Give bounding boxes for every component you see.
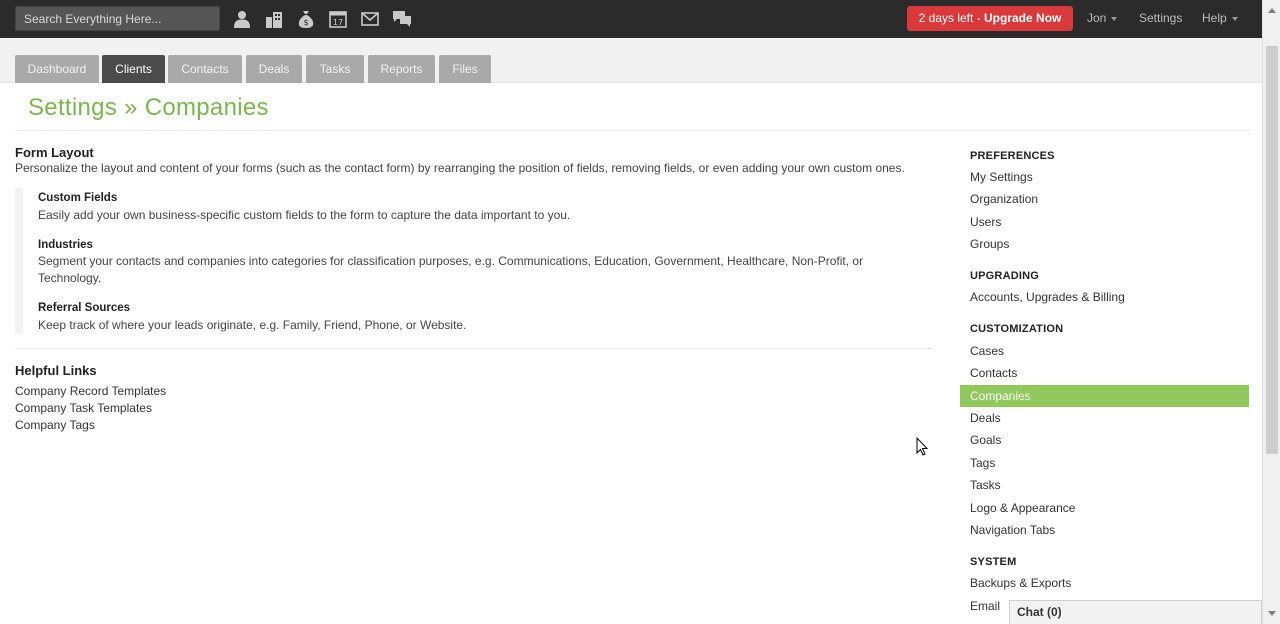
sidebar-item-cases[interactable]: Cases [960, 340, 1249, 362]
referral-sources-link[interactable]: Referral Sources [38, 302, 130, 314]
page-scrollbar[interactable] [1262, 0, 1280, 624]
sidebar-item-contacts[interactable]: Contacts [960, 362, 1249, 384]
form-layout-items-border [15, 188, 23, 334]
helpful-links-heading: Helpful Links [15, 363, 97, 378]
sidebar-item-backups-exports[interactable]: Backups & Exports [960, 572, 1249, 594]
sidebar-item-tags[interactable]: Tags [960, 452, 1249, 474]
sidebar-item-goals[interactable]: Goals [960, 429, 1249, 451]
sidebar-heading-system: SYSTEM [970, 556, 1017, 568]
user-menu[interactable]: Jon [1087, 11, 1118, 25]
upgrade-now-button[interactable]: 2 days left - Upgrade Now [907, 6, 1073, 31]
upgrade-now-label: Upgrade Now [984, 11, 1062, 25]
chevron-down-icon [1111, 16, 1118, 21]
sidebar-item-groups[interactable]: Groups [960, 233, 1249, 255]
sidebar-item-users[interactable]: Users [960, 211, 1249, 233]
sidebar-heading-upgrading: UPGRADING [970, 270, 1040, 282]
tab-reports[interactable]: Reports [368, 55, 435, 83]
section-divider [15, 348, 933, 349]
sidebar-item-companies[interactable]: Companies [960, 385, 1249, 407]
tab-clients[interactable]: Clients [102, 55, 165, 83]
referral-sources-description: Keep track of where your leads originate… [38, 318, 467, 332]
tab-tasks[interactable]: Tasks [306, 55, 364, 83]
tab-contacts[interactable]: Contacts [168, 55, 242, 83]
tab-files[interactable]: Files [439, 55, 491, 83]
form-layout-description: Personalize the layout and content of yo… [15, 161, 905, 175]
top-bar: $ 17 2 days left - Upgrade Now Jon Setti… [0, 0, 1262, 38]
chat-widget[interactable]: Chat (0) [1009, 600, 1262, 624]
svg-text:$: $ [303, 18, 308, 27]
industries-description: Segment your contacts and companies into… [38, 254, 864, 285]
company-task-templates-link[interactable]: Company Task Templates [15, 401, 152, 415]
sidebar-item-organization[interactable]: Organization [960, 188, 1249, 210]
scroll-down-arrow-icon[interactable] [1268, 611, 1276, 616]
sidebar-item-logo-appearance[interactable]: Logo & Appearance [960, 497, 1249, 519]
page-title: Settings » Companies [28, 94, 269, 121]
company-record-templates-link[interactable]: Company Record Templates [15, 384, 166, 398]
person-icon[interactable] [226, 8, 258, 30]
tab-dashboard[interactable]: Dashboard [15, 55, 99, 83]
settings-link[interactable]: Settings [1139, 11, 1182, 25]
chevron-down-icon [1231, 16, 1238, 21]
tab-deals[interactable]: Deals [246, 55, 302, 83]
help-label: Help [1202, 11, 1227, 25]
trial-days-left: 2 days left - [918, 11, 985, 25]
sidebar-item-accounts-upgrades-billing[interactable]: Accounts, Upgrades & Billing [960, 286, 1249, 308]
quick-add-icons: $ 17 [226, 8, 418, 30]
search-input[interactable] [15, 6, 220, 31]
help-menu[interactable]: Help [1202, 11, 1238, 25]
sidebar-heading-preferences: PREFERENCES [970, 150, 1055, 162]
sidebar-item-tasks[interactable]: Tasks [960, 474, 1249, 496]
user-name: Jon [1087, 11, 1107, 25]
industries-link[interactable]: Industries [38, 239, 93, 251]
mouse-cursor-icon [916, 436, 929, 459]
money-bag-icon[interactable]: $ [290, 8, 322, 30]
title-divider [15, 130, 1250, 131]
mail-icon[interactable] [354, 8, 386, 30]
chat-bubbles-icon[interactable] [386, 8, 418, 30]
scrollbar-thumb[interactable] [1266, 46, 1278, 454]
sidebar-item-email[interactable]: Email [960, 595, 1000, 617]
sidebar-item-my-settings[interactable]: My Settings [960, 166, 1249, 188]
form-layout-heading: Form Layout [15, 145, 94, 160]
main-tabs: Dashboard Clients Contacts Deals Tasks R… [0, 38, 1262, 83]
company-tags-link[interactable]: Company Tags [15, 418, 95, 432]
custom-fields-link[interactable]: Custom Fields [38, 192, 117, 204]
building-icon[interactable] [258, 8, 290, 30]
sidebar-item-navigation-tabs[interactable]: Navigation Tabs [960, 519, 1249, 541]
sidebar-heading-customization: CUSTOMIZATION [970, 323, 1064, 335]
calendar-icon[interactable]: 17 [322, 8, 354, 30]
custom-fields-description: Easily add your own business-specific cu… [38, 208, 571, 222]
scroll-up-arrow-icon[interactable] [1268, 8, 1276, 13]
sidebar-item-deals[interactable]: Deals [960, 407, 1249, 429]
calendar-day: 17 [333, 18, 343, 27]
